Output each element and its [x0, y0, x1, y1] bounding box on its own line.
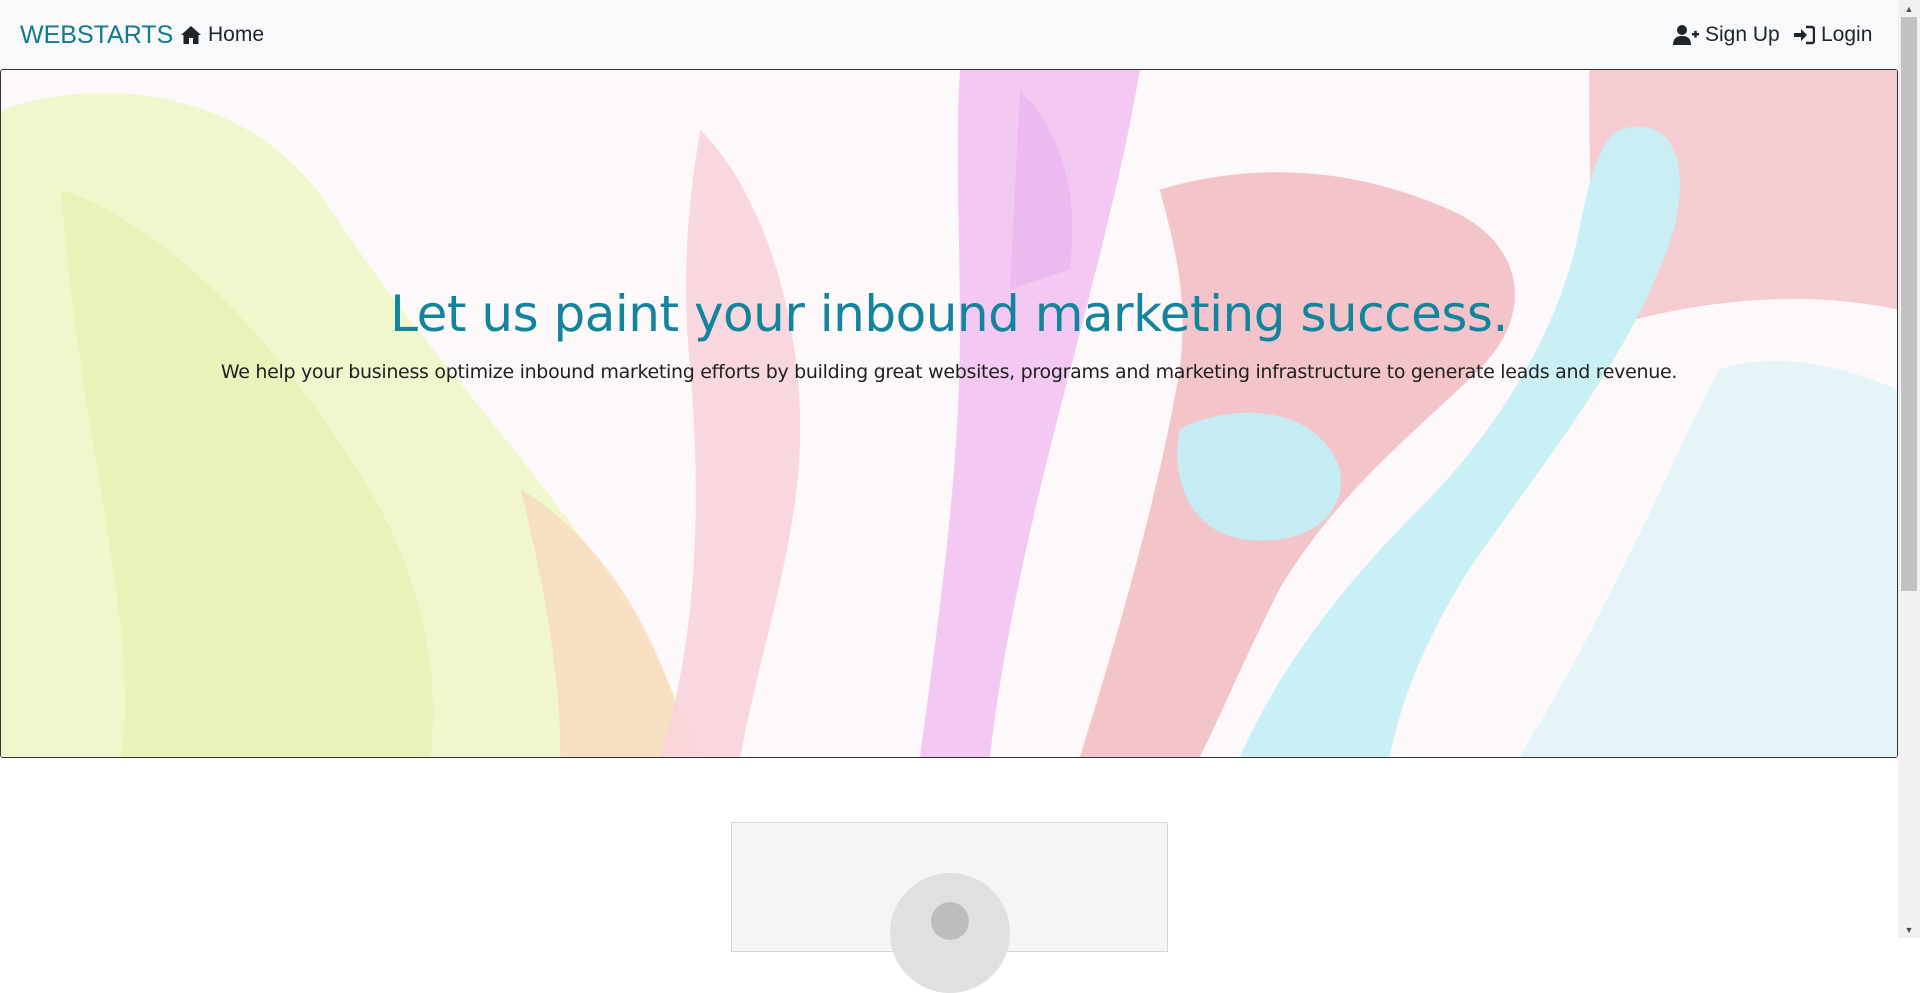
- page-scrollbar[interactable]: ▲ ▼: [1898, 0, 1920, 938]
- user-plus-icon: [1673, 24, 1699, 46]
- scrollbar-thumb[interactable]: [1901, 17, 1917, 591]
- scroll-up-arrow-icon[interactable]: ▲: [1898, 0, 1920, 17]
- top-navbar: WEBSTARTS Home Sign Up Login: [0, 0, 1898, 69]
- home-icon: [180, 25, 202, 45]
- hero-subtitle: We help your business optimize inbound m…: [220, 361, 1678, 383]
- hero-title: Let us paint your inbound marketing succ…: [390, 285, 1508, 343]
- sign-in-icon: [1793, 25, 1815, 45]
- nav-login-label: Login: [1821, 23, 1873, 46]
- user-placeholder-icon: [890, 873, 1010, 993]
- scroll-down-arrow-icon[interactable]: ▼: [1898, 921, 1920, 938]
- profile-card: [731, 822, 1168, 993]
- avatar-head: [931, 902, 969, 940]
- nav-home-link[interactable]: Home: [180, 22, 264, 48]
- nav-home-label: Home: [208, 23, 265, 46]
- brand-logo-link[interactable]: WEBSTARTS: [20, 20, 173, 50]
- hero-banner: Let us paint your inbound marketing succ…: [0, 69, 1898, 758]
- nav-signup-link[interactable]: Sign Up: [1673, 22, 1780, 48]
- nav-login-link[interactable]: Login: [1793, 22, 1872, 48]
- nav-signup-label: Sign Up: [1705, 23, 1780, 46]
- paint-splash-background: [1, 70, 1897, 757]
